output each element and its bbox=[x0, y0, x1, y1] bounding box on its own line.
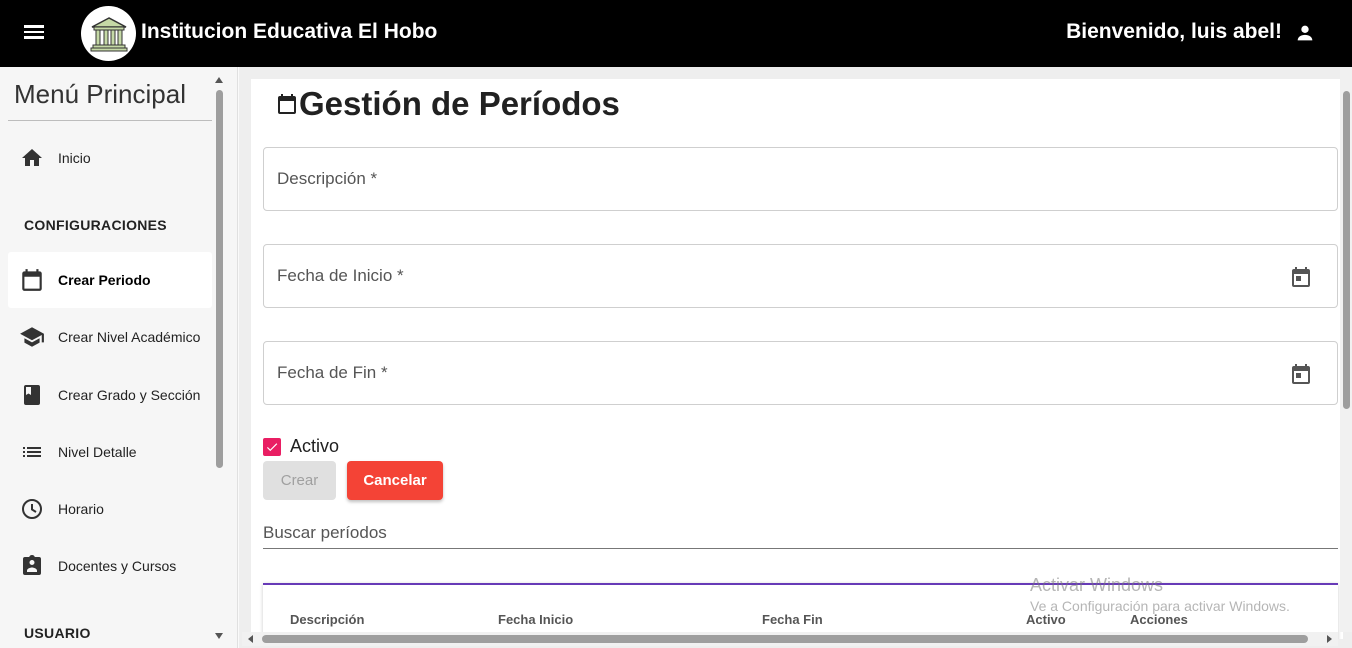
section-usuario: USUARIO bbox=[24, 625, 91, 641]
sidebar-item-crear-periodo[interactable]: Crear Periodo bbox=[8, 252, 212, 308]
activo-checkbox-row: Activo bbox=[263, 436, 339, 457]
sidebar-item-label: Nivel Detalle bbox=[58, 444, 137, 460]
watermark-line2: Ve a Configuración para activar Windows. bbox=[1030, 598, 1290, 614]
search-placeholder: Buscar períodos bbox=[263, 523, 387, 542]
page-title: Gestión de Períodos bbox=[275, 85, 620, 123]
periods-card: Gestión de Períodos Descripción * Fecha … bbox=[251, 79, 1343, 639]
descripcion-field[interactable]: Descripción * bbox=[263, 147, 1338, 211]
main-horizontal-scrollbar[interactable] bbox=[242, 632, 1338, 646]
activo-checkbox[interactable] bbox=[263, 437, 281, 456]
watermark-line1: Activar Windows bbox=[1030, 575, 1164, 595]
school-icon bbox=[18, 323, 46, 351]
scrollbar-thumb[interactable] bbox=[216, 90, 223, 468]
account-icon[interactable] bbox=[1294, 22, 1316, 44]
activo-label: Activo bbox=[290, 436, 340, 456]
building-columns-icon bbox=[90, 16, 127, 51]
sidebar-item-nivel-detalle[interactable]: Nivel Detalle bbox=[8, 424, 212, 480]
clipboard-user-icon bbox=[18, 552, 46, 580]
sidebar-item-label: Crear Grado y Sección bbox=[58, 387, 201, 403]
scroll-up-arrow-icon[interactable] bbox=[215, 77, 223, 83]
sidebar-item-label: Docentes y Cursos bbox=[58, 558, 177, 574]
scroll-right-arrow-icon[interactable] bbox=[1327, 635, 1332, 643]
sidebar-item-crear-nivel-academico[interactable]: Crear Nivel Académico bbox=[8, 309, 212, 365]
column-header-activo[interactable]: Activo bbox=[1026, 612, 1066, 627]
main-content: Gestión de Períodos Descripción * Fecha … bbox=[239, 67, 1352, 648]
descripcion-label: Descripción * bbox=[277, 169, 378, 188]
search-periods-input[interactable]: Buscar períodos bbox=[263, 513, 1338, 549]
sidebar: Menú Principal Inicio CONFIGURACIONES Cr… bbox=[0, 67, 238, 648]
sidebar-item-label: Crear Periodo bbox=[58, 272, 151, 288]
sidebar-item-label: Horario bbox=[58, 501, 104, 517]
fecha-fin-label: Fecha de Fin * bbox=[277, 363, 388, 382]
fecha-fin-field[interactable]: Fecha de Fin * bbox=[263, 341, 1338, 405]
list-icon bbox=[18, 438, 46, 466]
welcome-message: Bienvenido, luis abel! bbox=[1066, 20, 1282, 43]
calendar-picker-icon[interactable] bbox=[1289, 265, 1313, 289]
section-configuraciones: CONFIGURACIONES bbox=[24, 217, 167, 233]
cancelar-button[interactable]: Cancelar bbox=[347, 461, 443, 500]
sidebar-item-horario[interactable]: Horario bbox=[8, 481, 212, 537]
sidebar-item-label: Inicio bbox=[58, 150, 91, 166]
column-header-acciones[interactable]: Acciones bbox=[1130, 612, 1188, 627]
home-icon bbox=[18, 144, 46, 172]
app-title: Institucion Educativa El Hobo bbox=[141, 20, 438, 43]
scrollbar-thumb[interactable] bbox=[262, 635, 1308, 643]
crear-button[interactable]: Crear bbox=[263, 461, 336, 500]
top-app-bar: Institucion Educativa El Hobo Bienvenido… bbox=[0, 0, 1352, 67]
check-icon bbox=[266, 442, 278, 451]
page-title-text: Gestión de Períodos bbox=[299, 85, 620, 122]
calendar-picker-icon[interactable] bbox=[1289, 362, 1313, 386]
calendar-icon bbox=[18, 266, 46, 294]
scroll-left-arrow-icon[interactable] bbox=[248, 635, 253, 643]
scrollbar-thumb[interactable] bbox=[1343, 91, 1350, 409]
sidebar-title: Menú Principal bbox=[14, 79, 186, 109]
fecha-inicio-field[interactable]: Fecha de Inicio * bbox=[263, 244, 1338, 308]
sidebar-scrollbar[interactable] bbox=[215, 74, 224, 639]
sidebar-item-label: Crear Nivel Académico bbox=[58, 329, 201, 345]
divider bbox=[8, 120, 212, 121]
column-header-descripcion[interactable]: Descripción bbox=[290, 612, 364, 627]
hamburger-menu-icon[interactable] bbox=[22, 22, 50, 46]
calendar-icon bbox=[278, 94, 296, 114]
windows-activation-watermark: Activar Windows Ve a Configuración para … bbox=[1030, 575, 1290, 614]
school-logo bbox=[81, 6, 136, 61]
sidebar-item-crear-grado-seccion[interactable]: Crear Grado y Sección bbox=[8, 367, 212, 423]
column-header-fecha-inicio[interactable]: Fecha Inicio bbox=[498, 612, 573, 627]
book-icon bbox=[18, 381, 46, 409]
sidebar-item-docentes-cursos[interactable]: Docentes y Cursos bbox=[8, 538, 212, 594]
fecha-inicio-label: Fecha de Inicio * bbox=[277, 266, 404, 285]
clock-icon bbox=[18, 495, 46, 523]
sidebar-item-inicio[interactable]: Inicio bbox=[8, 130, 212, 186]
column-header-fecha-fin[interactable]: Fecha Fin bbox=[762, 612, 823, 627]
scroll-down-arrow-icon[interactable] bbox=[215, 633, 223, 639]
main-vertical-scrollbar[interactable] bbox=[1340, 67, 1352, 632]
